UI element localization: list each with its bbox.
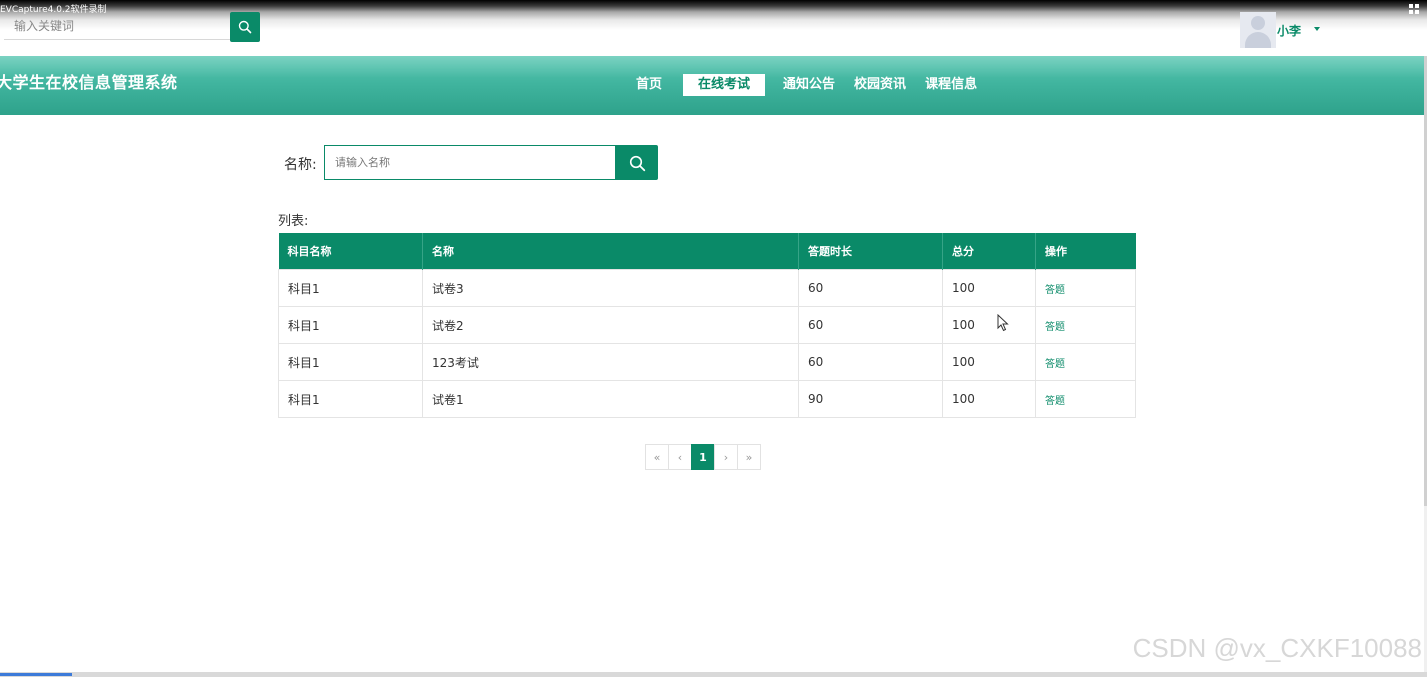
cell-score: 100 — [942, 380, 1036, 418]
watermark: CSDN @vx_CXKF10088 — [1132, 633, 1422, 663]
pagination: « ‹ 1 › » — [645, 444, 761, 470]
user-name: 小李 — [1277, 24, 1302, 38]
cell-score: 100 — [942, 269, 1036, 307]
header-band: 大学生在校信息管理系统 首页 在线考试 通知公告 校园资讯 课程信息 — [0, 56, 1427, 115]
main-nav: 首页 在线考试 通知公告 校园资讯 课程信息 — [628, 74, 988, 96]
cell-duration: 60 — [798, 343, 943, 381]
cell-subject: 科目1 — [278, 269, 423, 307]
search-icon — [238, 20, 252, 34]
top-search-input[interactable] — [4, 12, 240, 39]
answer-link[interactable]: 答题 — [1035, 343, 1136, 381]
cell-subject: 科目1 — [278, 380, 423, 418]
column-header-score: 总分 — [942, 233, 1036, 270]
table-header-row: 科目名称 名称 答题时长 总分 操作 — [278, 233, 1136, 270]
top-search-box — [4, 12, 240, 40]
nav-item-online-exam[interactable]: 在线考试 — [683, 74, 766, 96]
user-menu[interactable]: 小李 — [1240, 12, 1330, 48]
nav-item-courses[interactable]: 课程信息 — [917, 74, 985, 96]
table-row: 科目1 试卷1 90 100 答题 — [278, 380, 1136, 418]
answer-link[interactable]: 答题 — [1035, 306, 1136, 344]
progress-bar — [0, 673, 72, 676]
current-page-button[interactable]: 1 — [691, 444, 715, 470]
nav-item-notices[interactable]: 通知公告 — [775, 74, 843, 96]
cell-duration: 60 — [798, 306, 943, 344]
cell-subject: 科目1 — [278, 306, 423, 344]
nav-item-home[interactable]: 首页 — [628, 74, 670, 96]
cell-name: 试卷2 — [422, 306, 799, 344]
column-header-duration: 答题时长 — [798, 233, 943, 270]
name-search-button[interactable] — [616, 145, 658, 180]
list-label: 列表: — [278, 214, 309, 229]
column-header-name: 名称 — [422, 233, 799, 270]
column-header-subject: 科目名称 — [278, 233, 423, 270]
bottom-strip — [0, 672, 1427, 677]
mouse-pointer-icon — [997, 314, 1009, 332]
cell-duration: 90 — [798, 380, 943, 418]
search-icon — [629, 155, 646, 172]
cell-name: 试卷1 — [422, 380, 799, 418]
column-header-action: 操作 — [1035, 233, 1136, 270]
chevron-down-icon — [1314, 27, 1320, 31]
top-bar: EVCapture4.0.2软件录制 小李 — [0, 0, 1427, 56]
next-page-button[interactable]: › — [714, 444, 738, 470]
cell-score: 100 — [942, 343, 1036, 381]
answer-link[interactable]: 答题 — [1035, 269, 1136, 307]
site-title: 大学生在校信息管理系统 — [0, 73, 178, 92]
answer-link[interactable]: 答题 — [1035, 380, 1136, 418]
table-row: 科目1 123考试 60 100 答题 — [278, 343, 1136, 381]
cell-name: 试卷3 — [422, 269, 799, 307]
avatar — [1240, 12, 1276, 48]
grid-icon[interactable] — [1409, 4, 1421, 16]
cell-name: 123考试 — [422, 343, 799, 381]
first-page-button[interactable]: « — [645, 444, 669, 470]
prev-page-button[interactable]: ‹ — [668, 444, 692, 470]
top-search-button[interactable] — [230, 12, 260, 42]
cell-score: 100 — [942, 306, 1036, 344]
cell-subject: 科目1 — [278, 343, 423, 381]
cell-duration: 60 — [798, 269, 943, 307]
name-search-label: 名称: — [284, 157, 317, 173]
nav-item-campus-news[interactable]: 校园资讯 — [846, 74, 914, 96]
table-row: 科目1 试卷3 60 100 答题 — [278, 269, 1136, 307]
last-page-button[interactable]: » — [737, 444, 761, 470]
name-search-input[interactable] — [324, 145, 616, 180]
